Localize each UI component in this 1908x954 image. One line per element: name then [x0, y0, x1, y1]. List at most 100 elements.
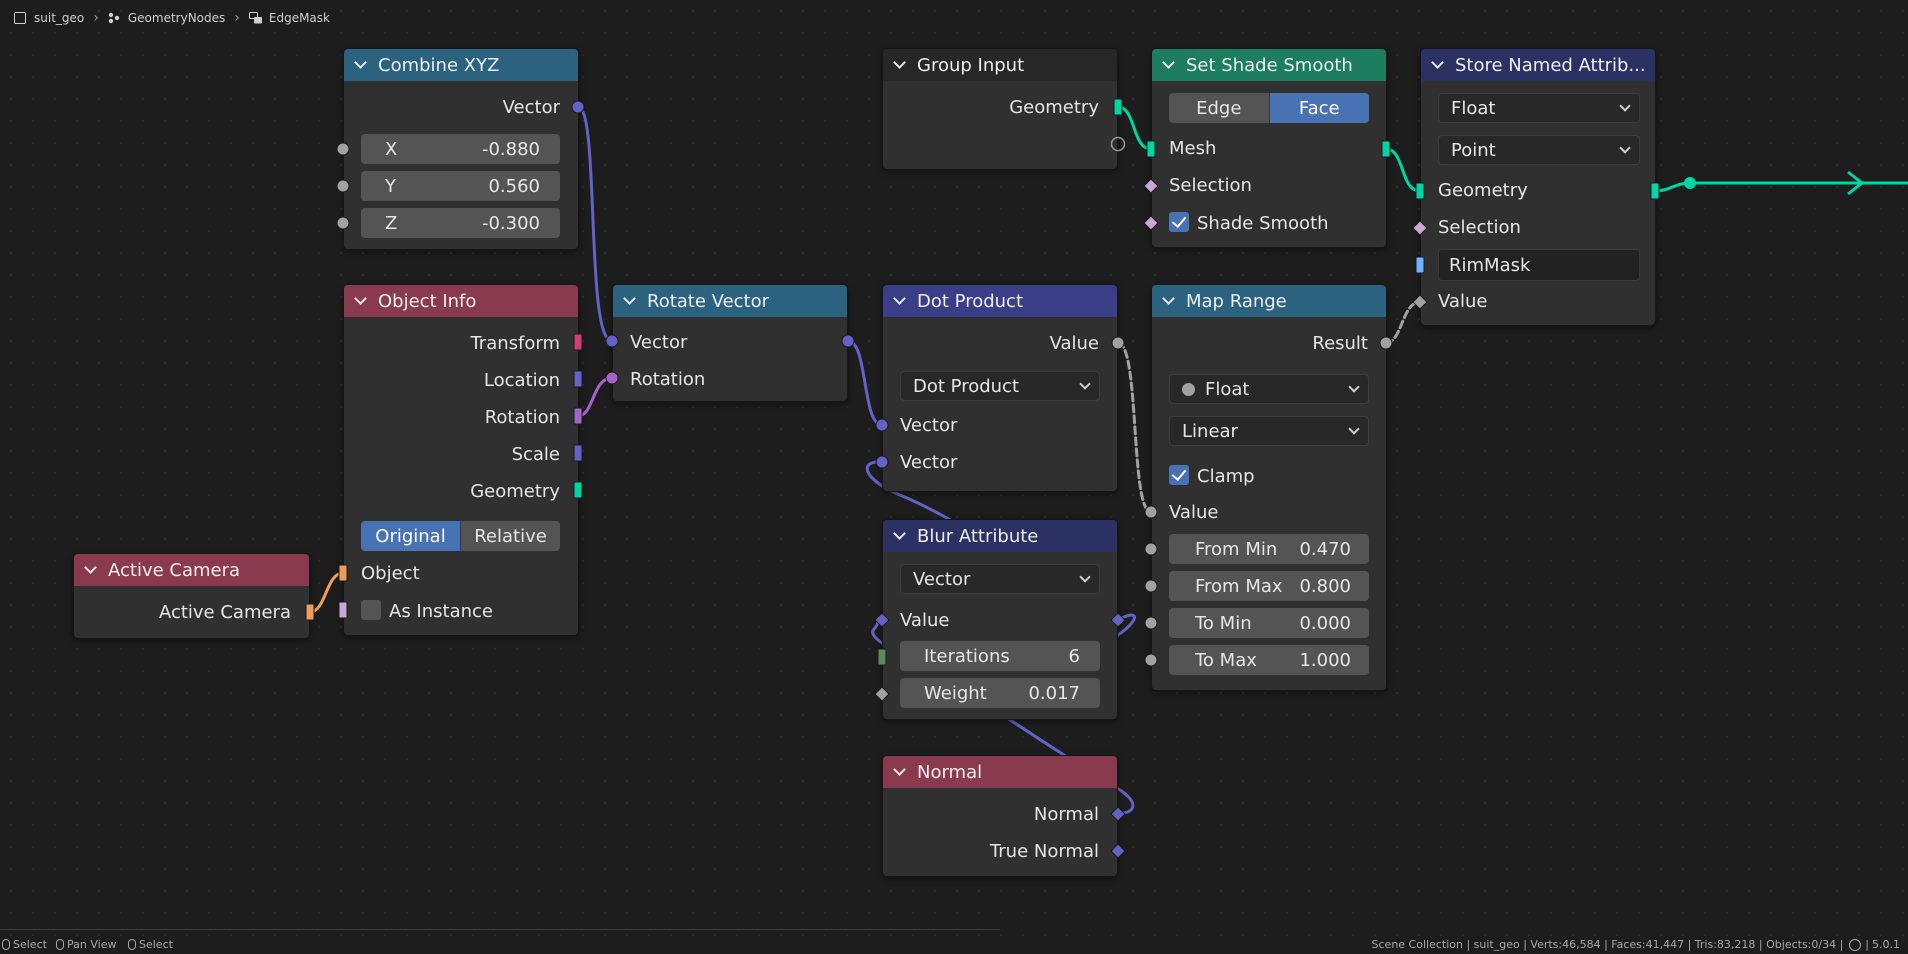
input-mesh-label: Mesh	[1169, 138, 1217, 159]
as-instance-checkbox[interactable]	[361, 600, 381, 620]
node-map-range[interactable]: Map Range Result Float Linear Clamp Valu…	[1151, 284, 1387, 691]
node-object-info[interactable]: Object Info Transform Location Rotation …	[343, 284, 579, 636]
hint-label: Select	[13, 938, 47, 951]
output-normal-label: Normal	[1033, 804, 1099, 825]
node-title: Set Shade Smooth	[1186, 54, 1353, 76]
to-max-field[interactable]: To Max 1.000	[1169, 645, 1369, 675]
node-header[interactable]: Object Info	[344, 285, 578, 317]
collapse-chevron-icon[interactable]	[893, 295, 905, 307]
output-scale-label: Scale	[511, 444, 560, 465]
iterations-field[interactable]: Iterations 6	[900, 641, 1100, 671]
field-label: Z	[385, 212, 398, 234]
breadcrumb-item-modifier[interactable]: GeometryNodes	[128, 11, 225, 25]
input-rotation-label: Rotation	[630, 369, 706, 390]
from-max-field[interactable]: From Max 0.800	[1169, 571, 1369, 601]
link-store-to-output[interactable]	[1653, 181, 1908, 193]
collapse-chevron-icon[interactable]	[623, 295, 635, 307]
collapse-chevron-icon[interactable]	[354, 295, 366, 307]
field-value: 1.000	[1299, 649, 1351, 671]
collapse-chevron-icon[interactable]	[893, 766, 905, 778]
z-field[interactable]: Z -0.300	[361, 208, 560, 238]
collapse-chevron-icon[interactable]	[84, 564, 96, 576]
collapse-chevron-icon[interactable]	[1162, 59, 1174, 71]
x-field[interactable]: X -0.880	[361, 134, 560, 164]
node-header[interactable]: Normal	[883, 756, 1117, 788]
node-store-named-attribute[interactable]: Store Named Attrib... Float Point Geomet…	[1420, 48, 1656, 326]
y-field[interactable]: Y 0.560	[361, 171, 560, 201]
domain-dropdown[interactable]: Point	[1438, 135, 1640, 165]
status-bar: Select Pan View Select Scene Collection …	[0, 929, 1908, 954]
node-header[interactable]: Map Range	[1152, 285, 1386, 317]
node-title: Map Range	[1186, 290, 1287, 312]
transform-space-toggle[interactable]: Original Relative	[361, 521, 560, 551]
operation-dropdown[interactable]: Dot Product	[900, 371, 1100, 401]
mouse-right-icon	[128, 939, 136, 950]
collapse-chevron-icon[interactable]	[354, 59, 366, 71]
node-blur-attribute[interactable]: Blur Attribute Vector Value Iterations 6…	[882, 519, 1118, 720]
version-text: 5.0.1	[1872, 938, 1900, 951]
link-maprange-to-store[interactable]	[1384, 300, 1422, 345]
dropdown-value: Float	[1205, 378, 1250, 400]
link-groupinput-to-smooth[interactable]	[1116, 105, 1153, 151]
node-header[interactable]: Group Input	[883, 49, 1117, 81]
attribute-name-value: RimMask	[1449, 254, 1531, 276]
input-object-label: Object	[361, 563, 420, 584]
clamp-checkbox[interactable]	[1169, 465, 1189, 485]
link-smooth-to-store[interactable]	[1384, 147, 1422, 193]
reroute-dot[interactable]	[1684, 177, 1696, 189]
collapse-chevron-icon[interactable]	[1162, 295, 1174, 307]
node-header[interactable]: Combine XYZ	[344, 49, 578, 81]
collapse-chevron-icon[interactable]	[893, 59, 905, 71]
node-rotate-vector[interactable]: Rotate Vector Vector Rotation	[612, 284, 848, 402]
link-rotate-to-dot[interactable]	[846, 339, 884, 427]
chevron-down-icon	[1079, 571, 1091, 583]
data-type-dropdown[interactable]: Float	[1438, 93, 1640, 123]
mode-original-button[interactable]: Original	[361, 521, 460, 551]
data-type-dropdown[interactable]: Vector	[900, 564, 1100, 594]
collapse-chevron-icon[interactable]	[893, 530, 905, 542]
field-label: To Min	[1195, 612, 1252, 634]
weight-field[interactable]: Weight 0.017	[900, 678, 1100, 708]
node-header[interactable]: Dot Product	[883, 285, 1117, 317]
input-geometry-label: Geometry	[1438, 180, 1528, 201]
output-true-normal-label: True Normal	[989, 841, 1099, 862]
interpolation-dropdown[interactable]: Linear	[1169, 416, 1369, 446]
field-label: Weight	[924, 682, 987, 704]
chevron-down-icon	[1079, 378, 1091, 390]
node-combine-xyz[interactable]: Combine XYZ Vector X -0.880 Y 0.560 Z -0…	[343, 48, 579, 250]
field-value: -0.880	[481, 138, 540, 160]
breadcrumb-item-group[interactable]: EdgeMask	[269, 11, 330, 25]
domain-face-button[interactable]: Face	[1269, 93, 1369, 123]
link-camera-to-objinfo[interactable]	[308, 571, 345, 614]
mode-relative-button[interactable]: Relative	[461, 521, 560, 551]
shade-smooth-checkbox[interactable]	[1169, 212, 1189, 232]
link-combine-to-rotate[interactable]	[576, 105, 614, 343]
input-vector-b-label: Vector	[900, 452, 958, 473]
domain-edge-button[interactable]: Edge	[1169, 93, 1269, 123]
output-geometry-label: Geometry	[470, 481, 560, 502]
domain-toggle[interactable]: Edge Face	[1169, 93, 1369, 123]
node-dot-product[interactable]: Dot Product Value Dot Product Vector Vec…	[882, 284, 1118, 492]
to-min-field[interactable]: To Min 0.000	[1169, 608, 1369, 638]
link-objinfo-rotation-to-rotate[interactable]	[576, 376, 614, 418]
link-dot-to-maprange[interactable]	[1116, 341, 1153, 514]
node-header[interactable]: Rotate Vector	[613, 285, 847, 317]
attribute-name-input[interactable]: RimMask	[1438, 249, 1640, 281]
data-type-dropdown[interactable]: Float	[1169, 374, 1369, 404]
node-header[interactable]: Blur Attribute	[883, 520, 1117, 552]
hint-select: Select	[2, 938, 47, 951]
collapse-chevron-icon[interactable]	[1431, 59, 1443, 71]
breadcrumb-item-object[interactable]: suit_geo	[34, 11, 84, 25]
node-header[interactable]: Store Named Attrib...	[1421, 49, 1655, 81]
node-normal[interactable]: Normal Normal True Normal	[882, 755, 1118, 877]
node-header[interactable]: Active Camera	[74, 554, 309, 586]
field-label: Y	[385, 175, 396, 197]
node-active-camera[interactable]: Active Camera Active Camera	[73, 553, 310, 639]
node-header[interactable]: Set Shade Smooth	[1152, 49, 1386, 81]
node-group-input[interactable]: Group Input Geometry	[882, 48, 1118, 170]
node-title: Blur Attribute	[917, 525, 1039, 547]
input-value-label: Value	[1169, 502, 1219, 523]
node-set-shade-smooth[interactable]: Set Shade Smooth Edge Face Mesh Selectio…	[1151, 48, 1387, 248]
hint-pan-view: Pan View	[56, 938, 116, 951]
from-min-field[interactable]: From Min 0.470	[1169, 534, 1369, 564]
